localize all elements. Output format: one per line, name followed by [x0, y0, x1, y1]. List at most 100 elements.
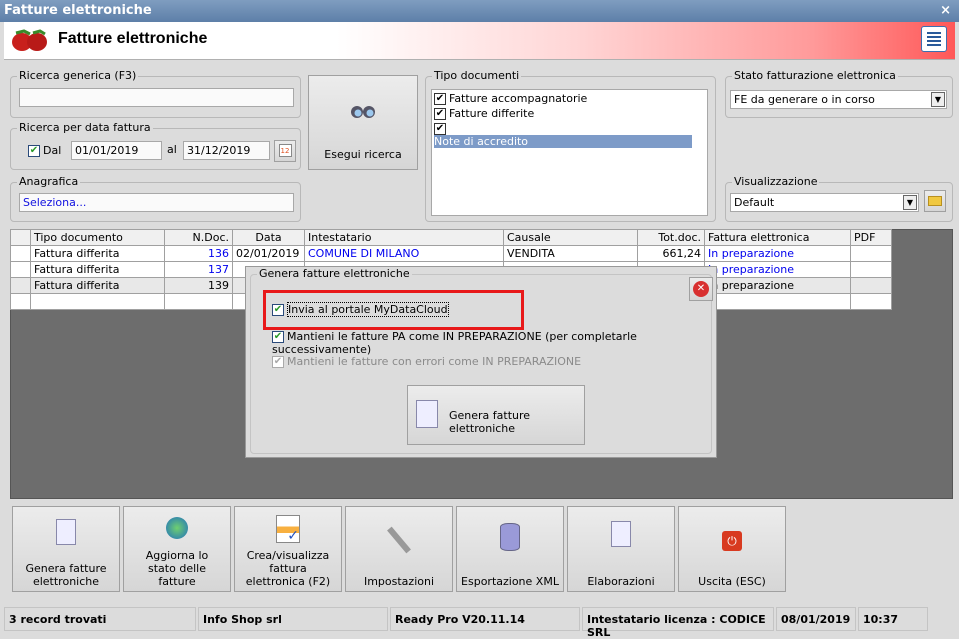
- column-header[interactable]: Fattura elettronica: [704, 229, 851, 246]
- column-header[interactable]: N.Doc.: [164, 229, 233, 246]
- view-select[interactable]: Default ▼: [730, 193, 919, 212]
- customer-link[interactable]: COMUNE DI MILANO: [308, 247, 419, 260]
- column-header[interactable]: PDF: [850, 229, 892, 246]
- generic-search-group: Ricerca generica (F3): [10, 69, 301, 118]
- date-to-input[interactable]: 31/12/2019: [183, 141, 270, 160]
- document-gear-icon: [416, 400, 438, 428]
- doc-number-link[interactable]: 139: [208, 279, 229, 292]
- status-date: 08/01/2019: [776, 607, 856, 631]
- generate-fe-label: Genera fatture elettroniche: [25, 562, 107, 588]
- document-gear-icon: [611, 521, 631, 547]
- row-selector[interactable]: [10, 245, 31, 262]
- status-license: Intestatario licenza : CODICE SRL: [582, 607, 774, 639]
- row-selector[interactable]: [10, 277, 31, 294]
- generate-fe-button[interactable]: Genera fatture elettroniche: [12, 506, 120, 592]
- view-group: Visualizzazione Default ▼: [725, 175, 953, 222]
- cell-causale: VENDITA: [503, 245, 638, 262]
- date-search-label: Ricerca per data fattura: [17, 121, 153, 134]
- open-folder-button[interactable]: [924, 190, 946, 212]
- column-header[interactable]: Data: [232, 229, 305, 246]
- row-header-corner: [10, 229, 31, 246]
- dialog-title: Genera fatture elettroniche: [257, 267, 412, 280]
- doc-type-item[interactable]: ✔Note di accredito: [434, 122, 705, 148]
- cell-doc-type: Fattura differita: [30, 277, 165, 294]
- grid-check-icon: ✓: [276, 515, 300, 544]
- status-records: 3 record trovati: [4, 607, 196, 631]
- strawberry-logo-icon: [10, 28, 50, 52]
- settings-label: Impostazioni: [363, 575, 435, 588]
- run-search-button[interactable]: Esegui ricerca: [308, 75, 418, 170]
- column-header[interactable]: Causale: [503, 229, 638, 246]
- dialog-close-button[interactable]: ✕: [689, 277, 713, 301]
- from-checkbox[interactable]: ✔ Dal: [28, 144, 61, 157]
- view-value: Default: [734, 196, 775, 209]
- list-view-icon[interactable]: [921, 26, 947, 52]
- checkbox-checked-icon: ✔: [434, 108, 446, 120]
- row-selector[interactable]: [10, 261, 31, 278]
- checkbox-checked-icon: ✔: [272, 356, 284, 368]
- status-company: Info Shop srl: [198, 607, 388, 631]
- highlight-box: [263, 290, 524, 330]
- anagrafica-group: Anagrafica Seleziona...: [10, 175, 301, 222]
- binoculars-icon: [348, 102, 378, 120]
- processing-button[interactable]: Elaborazioni: [567, 506, 675, 592]
- cell-pdf[interactable]: [850, 245, 892, 262]
- fe-status-link[interactable]: In preparazione: [708, 247, 794, 260]
- window-title: Fatture elettroniche: [4, 3, 152, 18]
- checkbox-checked-icon: ✔: [28, 145, 40, 157]
- cell-doc-type: Fattura differita: [30, 245, 165, 262]
- view-label: Visualizzazione: [732, 175, 820, 188]
- update-status-button[interactable]: Aggiorna lo stato delle fatture: [123, 506, 231, 592]
- folder-icon: [928, 196, 942, 206]
- power-icon: ⏻: [722, 531, 742, 551]
- to-label: al: [167, 143, 177, 156]
- cell-date: 02/01/2019: [232, 245, 305, 262]
- chevron-down-icon: ▼: [903, 195, 917, 210]
- update-status-label: Aggiorna lo stato delle fatture: [145, 549, 209, 588]
- column-header[interactable]: Tipo documento: [30, 229, 165, 246]
- exit-button[interactable]: ⏻ Uscita (ESC): [678, 506, 786, 592]
- status-filter-select[interactable]: FE da generare o in corso ▼: [730, 90, 947, 109]
- keep-pa-label: Mantieni le fatture PA come IN PREPARAZI…: [272, 330, 637, 356]
- keep-pa-checkbox[interactable]: ✔ Mantieni le fatture PA come IN PREPARAZ…: [272, 330, 716, 356]
- globe-download-icon: [166, 517, 188, 539]
- anagrafica-label: Anagrafica: [17, 175, 81, 188]
- column-header[interactable]: Tot.doc.: [637, 229, 705, 246]
- close-icon[interactable]: ×: [940, 3, 951, 18]
- doc-number-link[interactable]: 137: [208, 263, 229, 276]
- doc-number-link[interactable]: 136: [208, 247, 229, 260]
- doc-type-label: Fatture accompagnatorie: [449, 92, 588, 105]
- processing-label: Elaborazioni: [587, 575, 655, 588]
- doc-types-list: ✔ Fatture accompagnatorie ✔ Fatture differ…: [431, 89, 708, 216]
- create-view-fe-button[interactable]: ✓ Crea/visualizza fattura elettronica (F2…: [234, 506, 342, 592]
- calendar-button[interactable]: 12: [274, 140, 296, 162]
- table-row[interactable]: Fattura differita 136 02/01/2019 COMUNE …: [10, 245, 892, 262]
- checkbox-checked-icon: ✔: [434, 123, 446, 135]
- doc-type-label: Fatture differite: [449, 107, 535, 120]
- fe-status-link[interactable]: In preparazione: [708, 279, 794, 292]
- column-header[interactable]: Intestatario: [304, 229, 504, 246]
- fe-status-link[interactable]: In preparazione: [708, 263, 794, 276]
- doc-type-item[interactable]: ✔ Fatture accompagnatorie: [434, 92, 705, 107]
- generic-search-label: Ricerca generica (F3): [17, 69, 139, 82]
- dialog-generate-button[interactable]: Genera fatture elettroniche: [407, 385, 585, 445]
- xml-export-button[interactable]: Esportazione XML: [456, 506, 564, 592]
- exit-label: Uscita (ESC): [698, 575, 766, 588]
- settings-button[interactable]: Impostazioni: [345, 506, 453, 592]
- cell-pdf[interactable]: [850, 261, 892, 278]
- doc-types-label: Tipo documenti: [432, 69, 522, 82]
- generic-search-input[interactable]: [19, 88, 294, 107]
- doc-type-item[interactable]: ✔ Fatture differite: [434, 107, 705, 122]
- anagrafica-select[interactable]: Seleziona...: [19, 193, 294, 212]
- date-from-input[interactable]: 01/01/2019: [71, 141, 162, 160]
- status-filter-value: FE da generare o in corso: [734, 93, 875, 106]
- from-label: Dal: [43, 144, 62, 157]
- close-circle-icon: ✕: [693, 281, 709, 297]
- cell-pdf[interactable]: [850, 277, 892, 294]
- date-search-group: Ricerca per data fattura ✔ Dal 01/01/2019…: [10, 121, 301, 170]
- database-export-icon: [500, 523, 520, 551]
- doc-type-label: Note di accredito: [434, 135, 692, 148]
- window-titlebar: Fatture elettroniche: [0, 0, 959, 22]
- keep-errors-label: Mantieni le fatture con errori come IN P…: [287, 355, 582, 368]
- chevron-down-icon: ▼: [931, 92, 945, 107]
